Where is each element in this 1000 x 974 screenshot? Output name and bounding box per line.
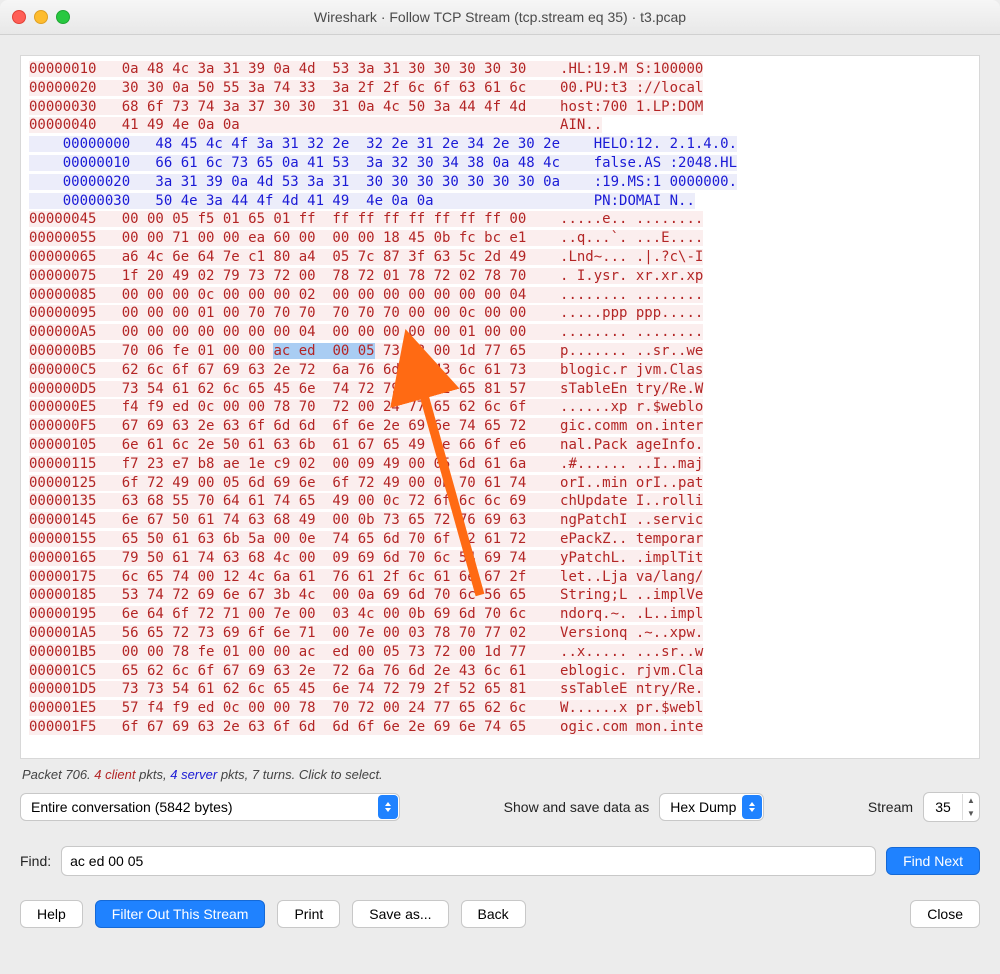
packet-status-line[interactable]: Packet 706. 4 client pkts, 4 server pkts… bbox=[22, 767, 978, 782]
filter-out-stream-button[interactable]: Filter Out This Stream bbox=[95, 900, 266, 928]
window-title: Wireshark · Follow TCP Stream (tcp.strea… bbox=[0, 9, 1000, 25]
titlebar: Wireshark · Follow TCP Stream (tcp.strea… bbox=[0, 0, 1000, 35]
stream-number-input[interactable] bbox=[924, 798, 962, 816]
help-button[interactable]: Help bbox=[20, 900, 83, 928]
save-as-button[interactable]: Save as... bbox=[352, 900, 448, 928]
conversation-select[interactable]: Entire conversation (5842 bytes) bbox=[20, 793, 400, 821]
zoom-window-button[interactable] bbox=[56, 10, 70, 24]
print-button[interactable]: Print bbox=[277, 900, 340, 928]
find-input[interactable] bbox=[61, 846, 876, 876]
chevron-up-icon[interactable]: ▲ bbox=[963, 794, 979, 807]
find-next-button[interactable]: Find Next bbox=[886, 847, 980, 875]
back-button[interactable]: Back bbox=[461, 900, 526, 928]
find-label: Find: bbox=[20, 853, 51, 869]
show-as-label: Show and save data as bbox=[504, 799, 650, 815]
stream-label: Stream bbox=[868, 799, 913, 815]
close-button[interactable]: Close bbox=[910, 900, 980, 928]
stream-number-spinner[interactable]: ▲▼ bbox=[923, 792, 980, 822]
chevron-down-icon[interactable]: ▼ bbox=[963, 807, 979, 820]
format-select[interactable]: Hex Dump bbox=[659, 793, 764, 821]
close-window-button[interactable] bbox=[12, 10, 26, 24]
hex-dump-panel[interactable]: 00000010 0a 48 4c 3a 31 39 0a 4d 53 3a 3… bbox=[20, 55, 980, 759]
minimize-window-button[interactable] bbox=[34, 10, 48, 24]
